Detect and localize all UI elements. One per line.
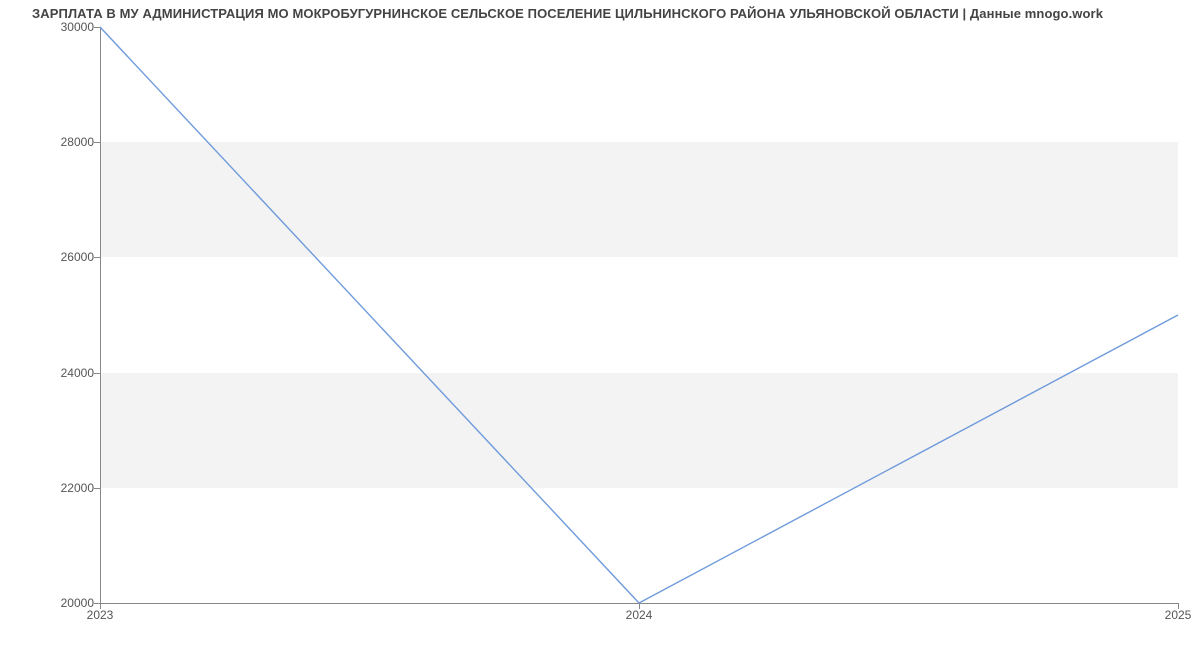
x-tick-label: 2025 xyxy=(1165,608,1192,622)
y-tick-label: 28000 xyxy=(14,135,94,149)
y-tick-label: 26000 xyxy=(14,250,94,264)
chart-title: ЗАРПЛАТА В МУ АДМИНИСТРАЦИЯ МО МОКРОБУГУ… xyxy=(32,6,1200,21)
y-tick-label: 20000 xyxy=(14,596,94,610)
plot-area xyxy=(100,27,1178,603)
y-tick-mark xyxy=(94,373,100,374)
y-tick-mark xyxy=(94,488,100,489)
y-tick-label: 22000 xyxy=(14,481,94,495)
data-line xyxy=(100,27,1178,603)
x-tick-label: 2023 xyxy=(87,608,114,622)
y-tick-label: 30000 xyxy=(14,20,94,34)
x-tick-label: 2024 xyxy=(626,608,653,622)
y-tick-mark xyxy=(94,27,100,28)
y-tick-mark xyxy=(94,142,100,143)
chart-container: ЗАРПЛАТА В МУ АДМИНИСТРАЦИЯ МО МОКРОБУГУ… xyxy=(0,0,1200,650)
y-tick-mark xyxy=(94,257,100,258)
y-tick-label: 24000 xyxy=(14,366,94,380)
